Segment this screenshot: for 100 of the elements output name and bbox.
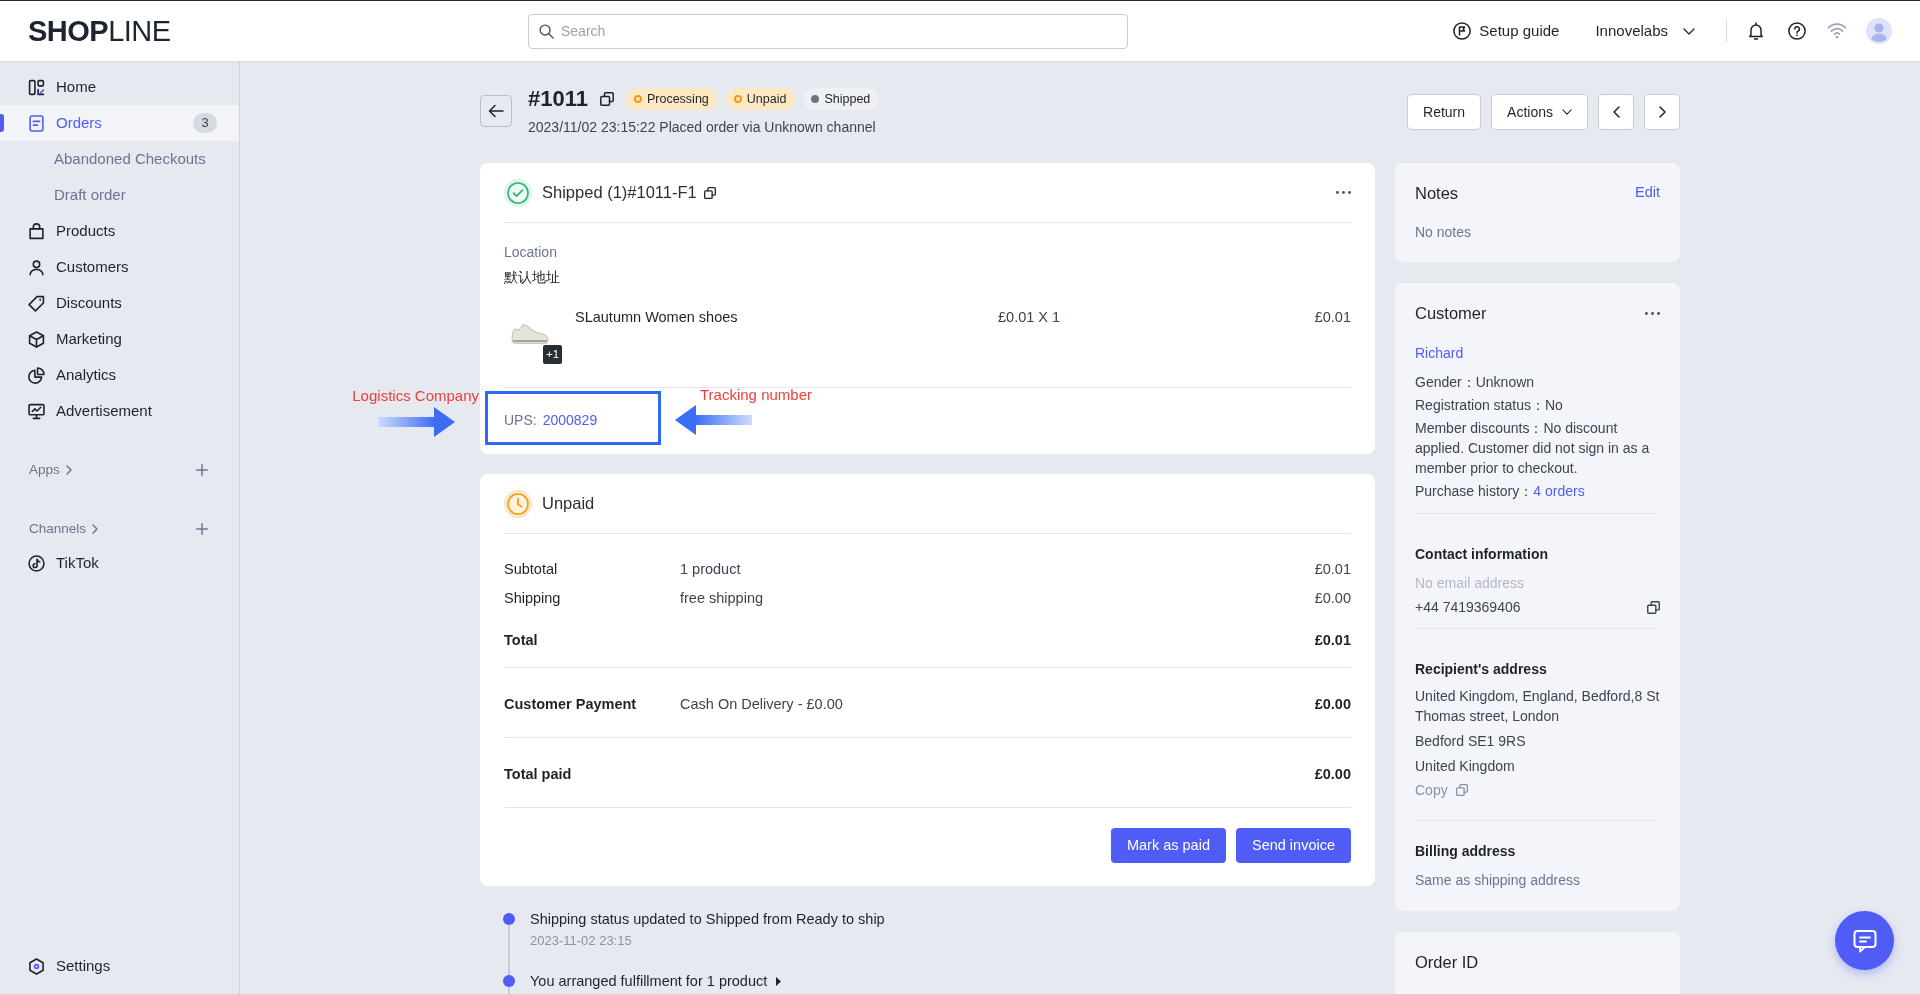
- timeline-text: You arranged fulfillment for 1 product: [530, 972, 768, 991]
- order-number: #1011: [528, 86, 588, 112]
- music-note-icon: [28, 554, 45, 572]
- customer-detail: Purchase history：4 orders: [1415, 482, 1586, 501]
- chat-button[interactable]: [1835, 911, 1894, 970]
- setup-guide-button[interactable]: Setup guide: [1453, 19, 1560, 43]
- previous-button[interactable]: [1598, 94, 1634, 130]
- copy-icon[interactable]: [1647, 600, 1660, 614]
- chevron-down-icon: [1562, 109, 1572, 115]
- fulfillment-title: Shipped (1)#1011-F1: [542, 182, 697, 204]
- sidebar-item[interactable]: Customers: [0, 249, 239, 285]
- location-label: Location: [504, 243, 558, 261]
- search-icon: [539, 23, 554, 39]
- sidebar-item[interactable]: Discounts: [0, 285, 239, 321]
- plus-icon[interactable]: [196, 523, 208, 535]
- action-button[interactable]: Send invoice: [1235, 828, 1351, 863]
- clock-icon: [504, 489, 532, 518]
- wifi-icon[interactable]: [1827, 23, 1847, 39]
- image-count: +1: [543, 345, 563, 364]
- more-icon[interactable]: [1336, 191, 1351, 194]
- product-total: £0.01: [1314, 308, 1351, 327]
- status-text: Unpaid: [746, 90, 787, 108]
- product-name: SLautumn Women shoes: [575, 308, 739, 327]
- bell-icon[interactable]: [1748, 22, 1764, 40]
- more-icon[interactable]: [1645, 311, 1660, 315]
- chevron-right-icon: [1658, 106, 1666, 118]
- store-menu-button[interactable]: Innovelabs: [1595, 19, 1695, 43]
- sidebar-item[interactable]: Products: [0, 213, 239, 249]
- flag-icon: [1453, 22, 1472, 40]
- chevron-down-icon: [1683, 27, 1695, 35]
- card-title: Customer: [1415, 303, 1487, 324]
- count-badge: 3: [193, 113, 217, 133]
- next-button[interactable]: [1644, 94, 1680, 130]
- summary-amount: £0.00: [1314, 765, 1351, 785]
- section-title: Billing address: [1415, 842, 1517, 861]
- sidebar-item[interactable]: Home: [0, 69, 239, 105]
- summary-detail: 1 product: [680, 559, 741, 579]
- order-subtitle: 2023/11/02 23:15:22 Placed order via Unknown channel: [528, 118, 877, 137]
- customer-link[interactable]: Richard: [1415, 343, 1464, 363]
- check-circle-icon: [504, 178, 532, 207]
- section-toggle[interactable]: Channels: [29, 518, 99, 540]
- annotation-label: Logistics Company: [352, 386, 479, 406]
- section-title: Contact information: [1415, 545, 1549, 564]
- summary-label: Subtotal: [504, 559, 559, 579]
- action-button[interactable]: Mark as paid: [1110, 828, 1226, 863]
- summary-amount: £0.01: [1314, 559, 1351, 579]
- sidebar-item[interactable]: Marketing: [0, 321, 239, 357]
- billing-text: Same as shipping address: [1415, 871, 1581, 890]
- back-button[interactable]: [480, 95, 512, 127]
- timeline-dot: [503, 975, 515, 987]
- sidebar-subitem[interactable]: Abandoned Checkouts: [0, 141, 239, 177]
- chat-bubble-icon: [1852, 928, 1877, 953]
- customer-detail: Gender：Unknown: [1415, 373, 1536, 392]
- customer-detail: Registration status：No: [1415, 396, 1564, 415]
- summary-label: Customer Payment: [504, 695, 638, 715]
- card-title: Notes: [1415, 183, 1459, 204]
- carrier-label: UPS:: [504, 412, 537, 428]
- summary-detail: free shipping: [680, 588, 764, 608]
- section-toggle[interactable]: Apps: [29, 459, 72, 481]
- sidebar-item[interactable]: Orders 3: [0, 105, 239, 141]
- summary-label: Shipping: [504, 588, 562, 608]
- settings-icon: [28, 957, 45, 975]
- summary-label: Total: [504, 631, 539, 651]
- sidebar-item[interactable]: Advertisement: [0, 393, 239, 429]
- payment-status-title: Unpaid: [542, 493, 595, 515]
- product-price: £0.01 X 1: [998, 308, 1061, 327]
- chevron-right-icon: [65, 465, 72, 475]
- status-text: Processing: [646, 90, 709, 108]
- sidebar-item[interactable]: TikTok: [0, 545, 239, 581]
- address-line: United Kingdom: [1415, 757, 1516, 776]
- email-text: No email address: [1415, 574, 1525, 593]
- timeline-time: 2023-11-02 23:15: [530, 932, 633, 950]
- sidebar-item[interactable]: Settings: [0, 948, 239, 984]
- sidebar-subitem[interactable]: Draft order: [0, 177, 239, 213]
- section-title: Recipient's address: [1415, 660, 1548, 679]
- summary-amount: £0.00: [1314, 588, 1351, 608]
- summary-amount: £0.00: [1314, 695, 1351, 715]
- sidebar-item[interactable]: Analytics: [0, 357, 239, 393]
- edit-link[interactable]: Edit: [1635, 182, 1660, 204]
- address-line: United Kingdom, England, Bedford,8 St Thomas street, London: [1415, 687, 1660, 726]
- card-title: Order ID: [1415, 952, 1480, 973]
- pie-chart-icon: [28, 366, 45, 384]
- customer-detail: Member discounts：No discount applied. Customer did not sign in as a member prior to checkout.: [1415, 419, 1651, 478]
- timeline-dot: [503, 913, 515, 925]
- detail-link[interactable]: 4 orders: [1533, 483, 1585, 499]
- annotation-label: Tracking number: [700, 385, 812, 405]
- address-line: Bedford SE1 9RS: [1415, 732, 1527, 751]
- tracking-link[interactable]: 2000829: [542, 412, 598, 428]
- help-icon[interactable]: [1788, 22, 1806, 40]
- search-field[interactable]: Search: [528, 13, 1128, 49]
- actions-menu-button[interactable]: Actions: [1491, 94, 1588, 130]
- person-icon: [28, 258, 45, 276]
- chevron-right-icon: [92, 524, 99, 534]
- copy-icon[interactable]: [599, 92, 614, 106]
- cube-icon: [28, 330, 45, 348]
- copy-icon[interactable]: [703, 186, 716, 199]
- copy-icon: [1455, 784, 1468, 796]
- plus-icon[interactable]: [196, 464, 208, 476]
- action-button[interactable]: Return: [1407, 94, 1482, 130]
- caret-right-icon[interactable]: [776, 976, 782, 986]
